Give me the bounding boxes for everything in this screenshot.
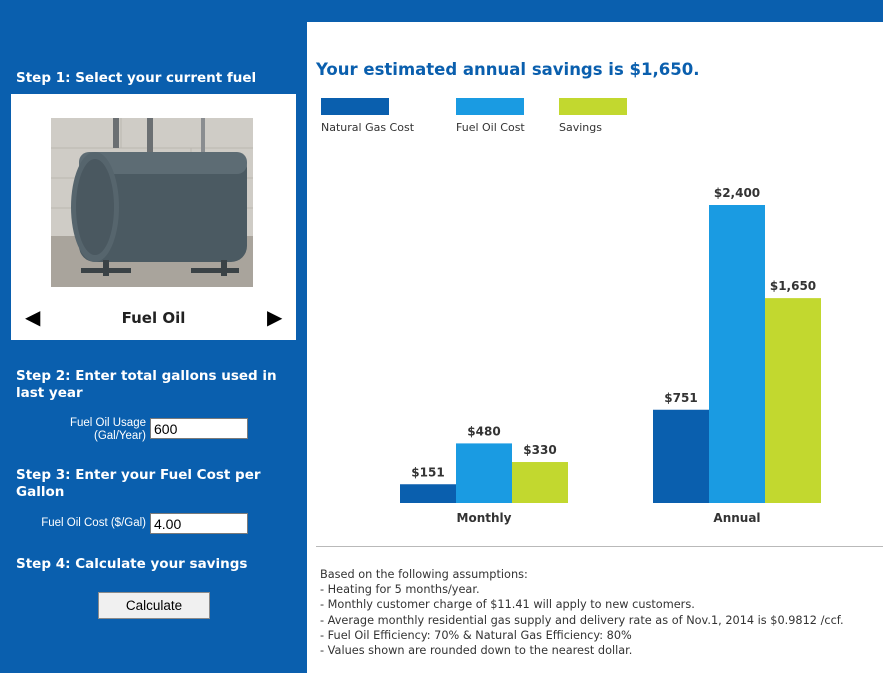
assumption-item: - Values shown are rounded down to the n… (320, 644, 633, 658)
step4-title: Step 4: Calculate your savings (16, 556, 248, 572)
fuel-selector: ◀ Fuel Oil ▶ (11, 94, 296, 340)
bar-monthly-savings (512, 462, 568, 503)
data-label-annual-natural-gas-cost: $751 (664, 391, 697, 405)
legend-swatch-savings (559, 98, 627, 115)
assumption-item: - Monthly customer charge of $11.41 will… (320, 598, 695, 612)
step2-title: Step 2: Enter total gallons used in last… (16, 368, 277, 401)
cost-label: Fuel Oil Cost ($/Gal) (41, 517, 146, 529)
calculate-button[interactable]: Calculate (98, 592, 210, 619)
assumption-item: - Fuel Oil Efficiency: 70% & Natural Gas… (320, 628, 632, 642)
usage-label-line2: (Gal/Year) (94, 430, 146, 442)
step1-title: Step 1: Select your current fuel (16, 70, 257, 86)
usage-label-line1: Fuel Oil Usage (69, 417, 146, 429)
section-divider (316, 546, 883, 547)
fuel-cost-input[interactable] (150, 513, 248, 534)
step3-title: Step 3: Enter your Fuel Cost per Gallon (16, 467, 261, 500)
data-label-monthly-natural-gas-cost: $151 (411, 465, 444, 479)
bar-annual-savings (765, 298, 821, 503)
tank-illustration (51, 118, 253, 287)
category-label-annual: Annual (713, 511, 760, 525)
legend-swatch-fuel-oil (456, 98, 524, 115)
bar-annual-fuel-oil-cost (709, 205, 765, 503)
data-label-annual-savings: $1,650 (770, 279, 816, 293)
legend-label-savings: Savings (559, 121, 602, 134)
fuel-usage-input[interactable] (150, 418, 248, 439)
assumptions-intro: Based on the following assumptions: (320, 568, 528, 581)
data-label-monthly-savings: $330 (523, 443, 556, 457)
savings-bar-chart: $151 $480 $330 Monthly $751 $2,400 $1,650 Annua… (400, 186, 821, 525)
next-fuel-arrow-icon[interactable]: ▶ (267, 308, 282, 328)
usage-label: Fuel Oil Usage (Gal/Year) (40, 417, 146, 443)
legend-swatch-natural-gas (321, 98, 389, 115)
bar-monthly-natural-gas-cost (400, 484, 456, 503)
bar-annual-natural-gas-cost (653, 409, 709, 503)
selected-fuel-label: Fuel Oil (121, 309, 186, 327)
legend-label-fuel-oil: Fuel Oil Cost (456, 121, 525, 134)
data-label-annual-fuel-oil-cost: $2,400 (714, 186, 760, 200)
fuel-oil-tank-image (51, 118, 253, 287)
data-label-monthly-fuel-oil-cost: $480 (467, 424, 500, 438)
legend-label-natural-gas: Natural Gas Cost (321, 121, 415, 134)
assumptions-block: Based on the following assumptions: - He… (320, 567, 844, 658)
savings-headline: Your estimated annual savings is $1,650. (316, 60, 700, 79)
sidebar: Step 1: Select your current fuel ◀ Fuel … (0, 0, 307, 673)
category-label-monthly: Monthly (457, 511, 512, 525)
bar-monthly-fuel-oil-cost (456, 443, 512, 503)
assumption-item: - Heating for 5 months/year. (320, 583, 480, 597)
assumption-item: - Average monthly residential gas supply… (320, 613, 844, 627)
